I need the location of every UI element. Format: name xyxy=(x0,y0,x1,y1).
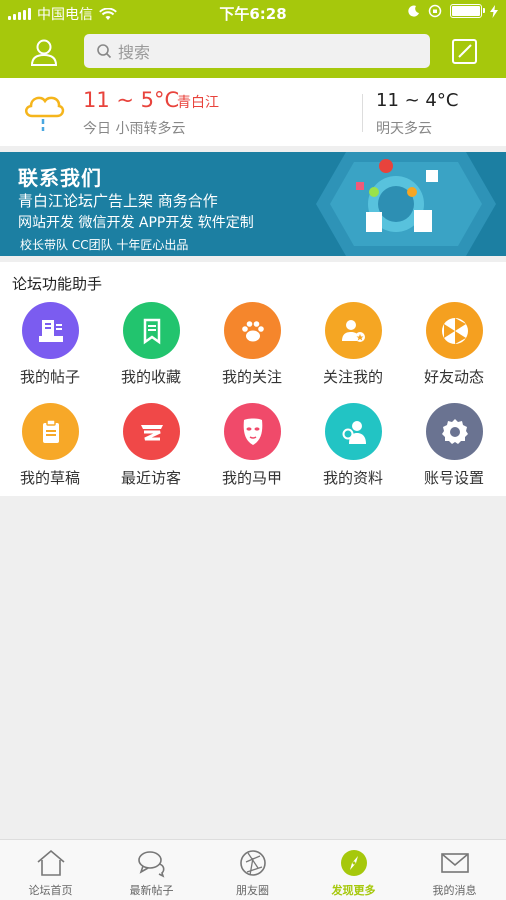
forum-assistant-panel: 论坛功能助手 我的帖子 我的收藏 我的关注 关注我的 好友动态 我的草稿 最近访… xyxy=(0,262,506,496)
aperture-icon xyxy=(426,302,483,359)
grid-item-label: 好友动态 xyxy=(423,368,484,386)
grid-item-label: 我的草稿 xyxy=(19,469,80,487)
camera-aperture-icon xyxy=(240,850,266,876)
tomorrow-temperature: 11 ~ 4°C xyxy=(376,90,459,111)
grid-item-my-profile[interactable]: 我的资料 xyxy=(303,403,403,495)
assistant-title: 论坛功能助手 xyxy=(12,275,103,293)
charging-icon xyxy=(490,4,498,18)
today-temperature: 11 ~ 5°C xyxy=(83,88,180,112)
tab-label: 论坛首页 xyxy=(28,884,73,897)
banner-title: 联系我们 xyxy=(18,166,102,190)
contact-banner[interactable]: 联系我们 青白江论坛广告上架 商务合作 网站开发 微信开发 APP开发 软件定制… xyxy=(0,152,506,256)
compass-icon xyxy=(341,850,367,876)
tab-forum-home[interactable]: 论坛首页 xyxy=(0,840,101,900)
grid-item-my-posts[interactable]: 我的帖子 xyxy=(0,302,100,394)
grid-item-my-drafts[interactable]: 我的草稿 xyxy=(0,403,100,495)
moon-icon xyxy=(408,5,419,17)
tab-my-messages[interactable]: 我的消息 xyxy=(404,840,505,900)
bookmark-icon xyxy=(123,302,180,359)
grid-item-followers[interactable]: 关注我的 xyxy=(303,302,403,394)
grid-item-label: 我的资料 xyxy=(322,469,383,487)
tab-moments[interactable]: 朋友圈 xyxy=(202,840,303,900)
grid-item-label: 关注我的 xyxy=(322,368,383,386)
search-icon xyxy=(97,44,112,59)
grid-item-label: 我的收藏 xyxy=(120,368,181,386)
search-placeholder: 搜索 xyxy=(118,43,151,62)
grid-item-label: 我的马甲 xyxy=(221,469,282,487)
mail-icon xyxy=(441,853,469,873)
tab-latest-posts[interactable]: 最新帖子 xyxy=(101,840,202,900)
clipboard-icon xyxy=(22,403,79,460)
banner-line-1: 青白江论坛广告上架 商务合作 xyxy=(18,192,218,210)
mask-icon xyxy=(224,403,281,460)
home-icon xyxy=(37,849,65,876)
grid-item-label: 我的关注 xyxy=(221,368,282,386)
visitors-icon xyxy=(123,403,180,460)
tomorrow-weather-desc: 明天多云 xyxy=(376,121,432,137)
grid-item-my-alias[interactable]: 我的马甲 xyxy=(202,403,302,495)
tab-label: 朋友圈 xyxy=(236,884,269,897)
my-posts-icon xyxy=(22,302,79,359)
tab-label: 最新帖子 xyxy=(129,884,174,897)
grid-item-friend-activity[interactable]: 好友动态 xyxy=(404,302,504,394)
weather-panel[interactable]: 11 ~ 5°C 青白江 今日 小雨转多云 11 ~ 4°C 明天多云 xyxy=(0,78,506,146)
search-input[interactable]: 搜索 xyxy=(84,34,430,68)
status-bar: 中国电信 下午6:28 xyxy=(0,0,506,26)
tab-discover-more[interactable]: 发现更多 xyxy=(303,840,404,900)
gear-icon xyxy=(426,403,483,460)
orientation-lock-icon xyxy=(428,4,442,18)
grid-item-my-favorites[interactable]: 我的收藏 xyxy=(101,302,201,394)
compose-icon[interactable] xyxy=(450,36,480,66)
grid-item-label: 最近访客 xyxy=(120,469,181,487)
status-right xyxy=(408,4,498,18)
grid-item-label: 我的帖子 xyxy=(19,368,80,386)
banner-line-2: 网站开发 微信开发 APP开发 软件定制 xyxy=(18,215,254,231)
city-name: 青白江 xyxy=(177,95,219,111)
weather-divider xyxy=(362,94,363,132)
tab-label: 发现更多 xyxy=(331,884,376,897)
followers-icon xyxy=(325,302,382,359)
grid-item-account-settings[interactable]: 账号设置 xyxy=(404,403,504,495)
tab-label: 我的消息 xyxy=(432,884,477,897)
grid-item-label: 账号设置 xyxy=(423,469,484,487)
paw-icon xyxy=(224,302,281,359)
banner-illustration xyxy=(316,152,496,256)
top-bar: 中国电信 下午6:28 搜索 xyxy=(0,0,506,78)
bottom-tab-bar: 论坛首页 最新帖子 朋友圈 发现更多 我的消息 xyxy=(0,839,506,900)
battery-icon xyxy=(450,4,485,18)
banner-line-3: 校长带队 CC团队 十年匠心出品 xyxy=(20,238,189,252)
profile-search-icon xyxy=(325,403,382,460)
today-weather-desc: 今日 小雨转多云 xyxy=(83,121,186,137)
grid-item-my-follows[interactable]: 我的关注 xyxy=(202,302,302,394)
user-icon[interactable] xyxy=(28,36,60,68)
chat-bubbles-icon xyxy=(138,851,165,878)
grid-item-recent-visitors[interactable]: 最近访客 xyxy=(101,403,201,495)
rain-cloud-icon xyxy=(25,96,65,131)
